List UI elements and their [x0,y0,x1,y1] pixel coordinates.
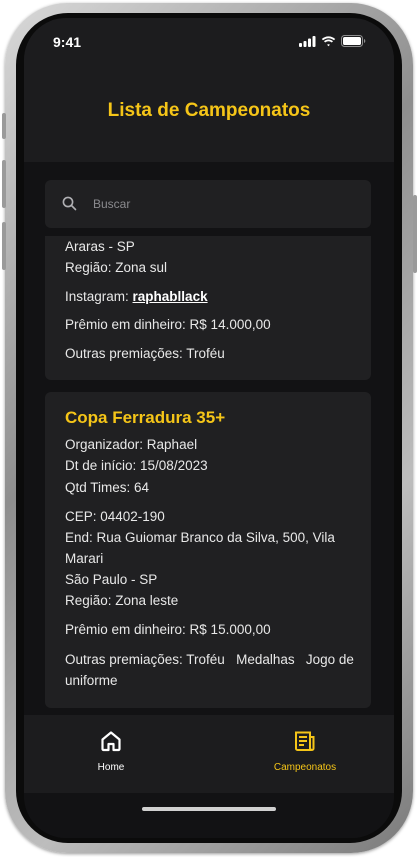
card-organizer: Organizador: Raphael [65,437,198,452]
card-region: Região: Zona leste [65,593,179,608]
signal-icon [299,35,316,47]
championship-card[interactable]: Copa Ferradura 35+ Organizador: Raphael … [45,392,371,708]
status-bar: 9:41 [24,18,394,60]
championship-card[interactable]: Araras - SP Região: Zona sul Instagram: … [45,236,371,380]
power-button [413,195,417,273]
card-teams: Qtd Times: 64 [65,480,150,495]
championship-list[interactable]: Buscar Araras - SP Região: Zona sul Inst… [24,162,394,715]
search-bar[interactable]: Buscar [45,180,371,228]
header: Lista de Campeonatos [24,60,394,162]
tab-championships[interactable]: Campeonatos [245,729,365,773]
card-start-date: Dt de início: 15/08/2023 [65,458,208,473]
volume-up-button [2,160,6,208]
card-title: Copa Ferradura 35+ [65,408,226,427]
card-instagram: Instagram: raphabllack [65,286,357,307]
instagram-label: Instagram: [65,289,129,304]
card-region: Região: Zona sul [65,260,168,275]
card-prize: Prêmio em dinheiro: R$ 15.000,00 [65,622,271,637]
home-indicator-area [24,793,394,838]
card-prize: Prêmio em dinheiro: R$ 14.000,00 [65,317,271,332]
card-city: Araras - SP [65,239,135,254]
mute-switch [2,113,6,139]
instagram-link[interactable]: raphabllack [133,289,208,304]
battery-icon [341,35,366,47]
bottom-tab-bar: Home Campeonatos [24,715,394,793]
app-screen: 9:41 Lista de Campeonatos Buscar Araras … [24,18,394,838]
search-icon [62,196,77,211]
card-city: São Paulo - SP [65,572,158,587]
status-icons [299,35,366,47]
newspaper-icon [295,731,315,751]
page-title: Lista de Campeonatos [107,100,311,121]
card-cep: CEP: 04402-190 [65,509,165,524]
home-indicator[interactable] [142,807,276,811]
card-other-prizes: Outras premiações: Troféu [65,346,225,361]
volume-down-button [2,222,6,270]
status-time: 9:41 [53,34,82,50]
tab-championships-label: Campeonatos [273,762,337,773]
card-other-prizes: Outras premiações: Troféu Medalhas Jogo … [65,652,358,688]
home-icon [101,731,121,752]
wifi-icon [321,35,336,46]
card-address: End: Rua Guiomar Branco da Silva, 500, V… [65,530,335,566]
tab-home-label: Home [97,762,125,773]
search-input[interactable]: Buscar [93,197,130,211]
tab-home[interactable]: Home [51,729,171,773]
